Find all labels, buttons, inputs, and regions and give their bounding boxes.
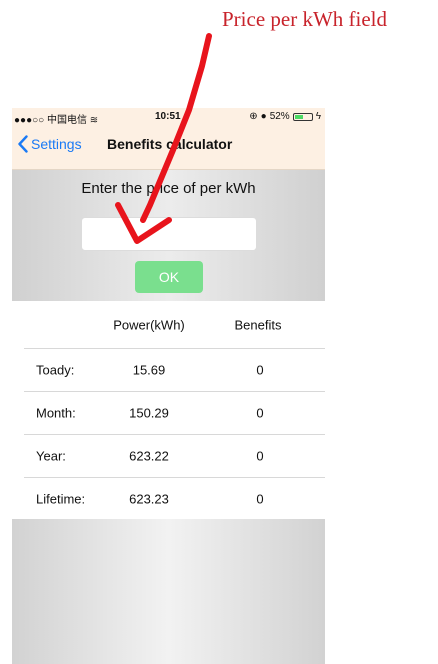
battery-icon [292, 112, 313, 121]
row-power: 150.29 [129, 405, 169, 421]
navigation-bar: Settings Benefits calculator [12, 126, 325, 170]
back-button-label: Settings [31, 136, 82, 152]
battery-fill [294, 114, 303, 119]
empty-bottom-area [12, 519, 325, 664]
carrier-text: ●●●○○ 中国电信 [14, 115, 90, 126]
location-icon: ⊕ [249, 111, 258, 122]
status-right: ⊕ ● 52% ϟ [249, 111, 321, 122]
calculator-panel: Enter the price of per kWh OK [12, 170, 325, 301]
status-time-suffix: 1 [175, 111, 181, 122]
header-benefits: Benefits [234, 317, 282, 332]
row-benefits: 0 [256, 405, 264, 421]
row-benefits: 0 [256, 448, 264, 464]
wifi-icon: ≋ [89, 115, 99, 126]
battery-percent: 52% [269, 111, 290, 122]
price-input[interactable] [81, 217, 257, 251]
row-power: 623.23 [129, 491, 169, 507]
row-label: Month: [36, 405, 76, 421]
row-label: Toady: [36, 362, 75, 378]
row-power: 15.69 [132, 362, 166, 378]
status-time-text: 10:5 [155, 111, 176, 122]
status-time: 10:51 [155, 111, 181, 122]
benefits-table: Power(kWh) Benefits Toady: 15.69 0 Month… [12, 301, 325, 520]
charging-icon: ϟ [315, 111, 321, 122]
alarm-icon: ● [260, 111, 267, 122]
back-button[interactable]: Settings [18, 135, 82, 153]
table-row-month: Month: 150.29 0 [24, 391, 325, 434]
screenshot-root: Price per kWh field ●●●○○ 中国电信 ≋ 10:51 ⊕… [0, 0, 438, 664]
header-power: Power(kWh) [113, 317, 185, 332]
row-benefits: 0 [256, 362, 264, 378]
ok-button[interactable]: OK [135, 261, 203, 293]
carrier-label: ●●●○○ 中国电信 ≋ [14, 111, 98, 126]
phone-screen: ●●●○○ 中国电信 ≋ 10:51 ⊕ ● 52% ϟ Settings Be… [12, 108, 325, 664]
annotation-label: Price per kWh field [222, 7, 388, 31]
chevron-left-icon [18, 135, 28, 153]
table-header: Power(kWh) Benefits [12, 301, 325, 348]
page-title: Benefits calculator [107, 136, 233, 152]
row-power: 623.22 [129, 448, 169, 464]
table-row-today: Toady: 15.69 0 [24, 348, 325, 391]
row-label: Year: [36, 448, 66, 464]
price-prompt: Enter the price of per kWh [81, 180, 256, 197]
status-bar: ●●●○○ 中国电信 ≋ 10:51 ⊕ ● 52% ϟ [12, 108, 325, 126]
row-benefits: 0 [256, 491, 264, 507]
table-row-year: Year: 623.22 0 [24, 434, 325, 477]
row-label: Lifetime: [36, 491, 86, 507]
table-row-lifetime: Lifetime: 623.23 0 [24, 477, 325, 520]
